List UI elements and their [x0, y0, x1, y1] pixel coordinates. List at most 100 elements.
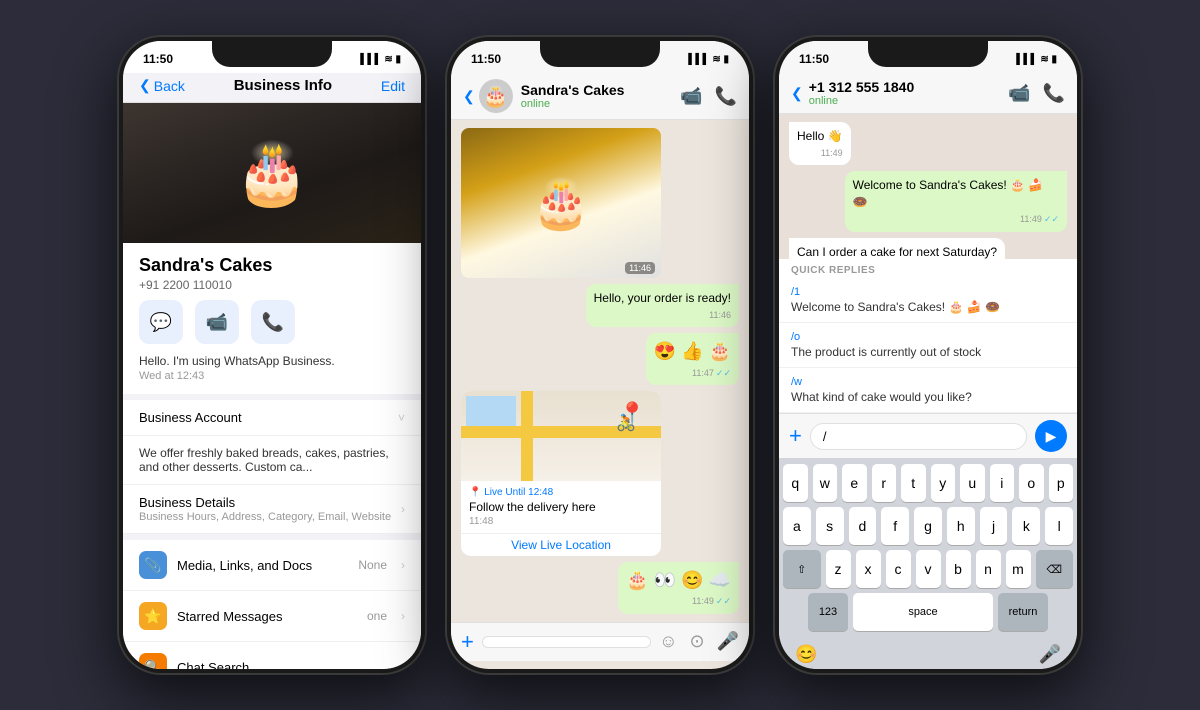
plus-icon-3[interactable]: +: [789, 423, 802, 449]
time-2: 11:50: [471, 52, 501, 66]
message-text: Hello, your order is ready!: [594, 291, 731, 305]
out-message-welcome: Welcome to Sandra's Cakes! 🎂 🍰 🍩 11:49 ✓…: [845, 171, 1067, 231]
cake-photo: 🎂 11:46: [461, 128, 661, 278]
return-key[interactable]: return: [998, 593, 1048, 631]
key-d[interactable]: d: [849, 507, 877, 545]
follow-label: Follow the delivery here: [469, 500, 653, 514]
key-m[interactable]: m: [1006, 550, 1031, 588]
numbers-key[interactable]: 123: [808, 593, 848, 631]
key-o[interactable]: o: [1019, 464, 1044, 502]
key-b[interactable]: b: [946, 550, 971, 588]
image-timestamp: 11:46: [625, 262, 655, 274]
key-z[interactable]: z: [826, 550, 851, 588]
chevron-icon: ›: [401, 502, 405, 516]
video-button[interactable]: 📹: [195, 300, 239, 344]
key-r[interactable]: r: [872, 464, 897, 502]
keyboard-row-4: 123 space return: [783, 593, 1073, 631]
reply-text-2: The product is currently out of stock: [791, 345, 1065, 359]
key-i[interactable]: i: [990, 464, 1015, 502]
media-links-row[interactable]: 📎 Media, Links, and Docs None ›: [123, 540, 421, 591]
details-sub: Business Hours, Address, Category, Email…: [139, 511, 391, 523]
biz-description: Hello. I'm using WhatsApp Business.: [139, 354, 405, 368]
view-location-link[interactable]: View Live Location: [461, 533, 661, 556]
key-q[interactable]: q: [783, 464, 808, 502]
key-t[interactable]: t: [901, 464, 926, 502]
map-info: 📍 Live Until 12:48 Follow the delivery h…: [461, 481, 661, 533]
keyboard[interactable]: q w e r t y u i o p a s d: [779, 458, 1077, 640]
business-phone: +91 2200 110010: [139, 278, 405, 292]
business-details-row[interactable]: Business Details Business Hours, Address…: [123, 485, 421, 534]
key-e[interactable]: e: [842, 464, 867, 502]
business-info-section: Sandra's Cakes +91 2200 110010 💬 📹 📞 Hel…: [123, 243, 421, 394]
phone-icon-3[interactable]: 📞: [1043, 83, 1065, 104]
key-n[interactable]: n: [976, 550, 1001, 588]
starred-messages-row[interactable]: ⭐ Starred Messages one ›: [123, 591, 421, 642]
emoji-keyboard-icon[interactable]: 😊: [795, 644, 817, 665]
shortcut-1: /1: [791, 286, 1065, 298]
key-h[interactable]: h: [947, 507, 975, 545]
space-key[interactable]: space: [853, 593, 993, 631]
contact-info: Sandra's Cakes online: [521, 82, 625, 110]
quick-reply-input[interactable]: /: [810, 423, 1027, 450]
key-c[interactable]: c: [886, 550, 911, 588]
phone-call-icon[interactable]: 📞: [715, 86, 737, 107]
back-button[interactable]: ❮ Back: [139, 77, 185, 94]
account-label: Business Account: [139, 410, 242, 425]
back-button-3[interactable]: ❮: [791, 85, 803, 102]
details-label: Business Details: [139, 495, 391, 510]
account-desc-row: We offer freshly baked breads, cakes, pa…: [123, 436, 421, 485]
add-icon[interactable]: +: [461, 629, 474, 655]
send-button[interactable]: ▶: [1035, 420, 1067, 452]
chat-back-button[interactable]: ❮: [463, 88, 475, 105]
key-k[interactable]: k: [1012, 507, 1040, 545]
expand-icon[interactable]: ˅: [398, 411, 405, 425]
call-button[interactable]: 📞: [251, 300, 295, 344]
key-v[interactable]: v: [916, 550, 941, 588]
shift-key[interactable]: ⇧: [783, 550, 821, 588]
out-message-1: Hello, your order is ready! 11:46: [586, 284, 739, 327]
video-call-icon[interactable]: 📹: [680, 86, 702, 107]
key-w[interactable]: w: [813, 464, 838, 502]
map-time: 11:48: [469, 516, 653, 527]
hello-time: 11:49: [797, 147, 843, 160]
key-y[interactable]: y: [931, 464, 956, 502]
emoji-out-text: 🎂 👀 😊 ☁️: [626, 570, 731, 590]
quick-replies-header: QUICK REPLIES: [779, 259, 1077, 278]
shortcut-3: /w: [791, 376, 1065, 388]
input-bar-3: + / ▶: [779, 413, 1077, 458]
business-action-buttons: 💬 📹 📞: [139, 300, 405, 344]
key-a[interactable]: a: [783, 507, 811, 545]
message-time: 11:46: [594, 309, 731, 322]
keyboard-row-3: ⇧ z x c v b n m ⌫: [783, 550, 1073, 588]
phone-chat: 11:50 ▌▌▌ ≋ ▮ ❮ 🎂 Sandra's Cakes online …: [445, 35, 755, 675]
search-label: Chat Search: [177, 660, 391, 670]
key-l[interactable]: l: [1045, 507, 1073, 545]
chat-input[interactable]: [482, 636, 651, 648]
camera-icon[interactable]: ⊙: [689, 631, 704, 652]
phone-business-info: 11:50 ▌▌▌ ≋ ▮ ❮ Back Business Info Edit …: [117, 35, 427, 675]
business-account-row: Business Account ˅: [123, 400, 421, 436]
delete-key[interactable]: ⌫: [1036, 550, 1074, 588]
quick-reply-1[interactable]: /1 Welcome to Sandra's Cakes! 🎂 🍰 🍩: [779, 278, 1077, 323]
mic-keyboard-icon[interactable]: 🎤: [1039, 644, 1061, 665]
key-x[interactable]: x: [856, 550, 881, 588]
edit-button[interactable]: Edit: [381, 78, 405, 94]
star-icon: ⭐: [139, 602, 167, 630]
key-j[interactable]: j: [980, 507, 1008, 545]
quick-reply-3[interactable]: /w What kind of cake would you like?: [779, 368, 1077, 413]
key-f[interactable]: f: [881, 507, 909, 545]
quick-reply-2[interactable]: /o The product is currently out of stock: [779, 323, 1077, 368]
chat-search-row[interactable]: 🔍 Chat Search ›: [123, 642, 421, 669]
notch: [212, 41, 332, 67]
key-s[interactable]: s: [816, 507, 844, 545]
key-u[interactable]: u: [960, 464, 985, 502]
reaction-message: 😍 👍 🎂 11:47 ✓✓: [646, 333, 739, 385]
sticker-icon[interactable]: ☺: [659, 631, 677, 652]
map-bubble: 📍 🚴 📍 Live Until 12:48 Follow the delive…: [461, 391, 661, 556]
mic-icon[interactable]: 🎤: [717, 631, 739, 652]
key-g[interactable]: g: [914, 507, 942, 545]
key-p[interactable]: p: [1049, 464, 1074, 502]
notch-2: [540, 41, 660, 67]
video-icon-3[interactable]: 📹: [1008, 83, 1030, 104]
message-button[interactable]: 💬: [139, 300, 183, 344]
